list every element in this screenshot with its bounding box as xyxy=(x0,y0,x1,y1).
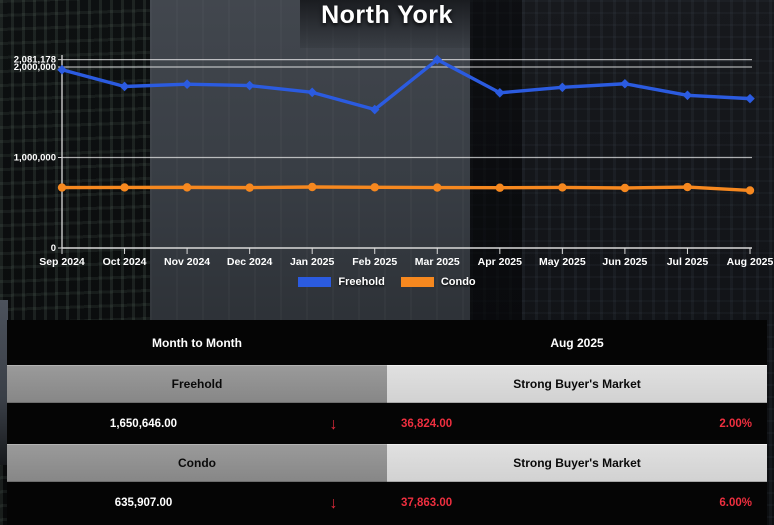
x-axis-month-label: Nov 2024 xyxy=(164,256,210,268)
data-point-condo[interactable] xyxy=(370,183,379,192)
condo-change-percent: 6.00% xyxy=(719,496,752,509)
x-axis-month-label: Jul 2025 xyxy=(667,256,709,268)
x-axis-month-label: Mar 2025 xyxy=(415,256,460,268)
chart-canvas[interactable]: 01,000,0002,000,0002,081,178Sep 2024 Oct … xyxy=(0,45,774,276)
data-point-condo[interactable] xyxy=(558,183,567,192)
data-point-freehold[interactable] xyxy=(745,93,755,104)
down-arrow-icon: ↓ xyxy=(329,415,338,433)
data-point-freehold[interactable] xyxy=(682,90,693,101)
condo-data-row: 635,907.00 ↓ 37,863.00 6.00% xyxy=(7,482,767,523)
legend-label-condo: Condo xyxy=(440,276,476,288)
category-cell-condo: Condo xyxy=(7,444,387,482)
legend-item-freehold[interactable]: Freehold xyxy=(298,276,385,288)
data-point-condo[interactable] xyxy=(307,182,317,192)
header-current-month: Aug 2025 xyxy=(550,335,604,350)
market-summary-table: Month to Month Aug 2025 Freehold Strong … xyxy=(7,320,767,525)
data-point-condo[interactable] xyxy=(495,183,505,192)
y-axis-tick-label: 1,000,000 xyxy=(14,153,56,164)
header-month-to-month: Month to Month xyxy=(152,335,242,350)
condo-swatch-icon xyxy=(400,277,434,287)
price-trend-chart[interactable]: 0 1,000,000 2,000,000 2,081,178 Sep 2024 Oct … xyxy=(0,45,774,276)
market-status-condo: Strong Buyer's Market xyxy=(387,444,767,482)
data-point-condo[interactable] xyxy=(182,183,192,192)
data-point-freehold[interactable] xyxy=(557,82,568,93)
data-point-condo[interactable] xyxy=(120,183,129,192)
data-point-condo[interactable] xyxy=(620,183,630,193)
freehold-change-amount: 36,824.00 xyxy=(401,417,453,430)
condo-label-row: Condo Strong Buyer's Market xyxy=(7,444,767,482)
legend-item-condo[interactable]: Condo xyxy=(400,276,476,288)
condo-price: 635,907.00 xyxy=(114,496,173,509)
data-point-condo[interactable] xyxy=(433,183,442,192)
data-point-condo[interactable] xyxy=(245,183,254,192)
x-axis-month-label: Oct 2024 xyxy=(103,256,147,268)
legend-label-freehold: Freehold xyxy=(338,276,385,288)
x-axis-month-label: Feb 2025 xyxy=(352,256,397,268)
data-point-condo[interactable] xyxy=(57,183,67,192)
chart-legend: Freehold Condo xyxy=(0,276,774,288)
down-arrow-icon: ↓ xyxy=(329,494,338,512)
freehold-change-percent: 2.00% xyxy=(719,417,752,430)
freehold-price: 1,650,646.00 xyxy=(109,417,178,430)
y-axis-tick-label: 0 xyxy=(51,243,56,254)
x-axis-month-label: Jan 2025 xyxy=(290,256,335,268)
data-point-freehold[interactable] xyxy=(307,87,317,98)
data-point-condo[interactable] xyxy=(683,182,692,192)
data-point-freehold[interactable] xyxy=(244,80,255,91)
y-axis-tick-label: 2,081,178 xyxy=(14,55,56,66)
freehold-label-row: Freehold Strong Buyer's Market xyxy=(7,365,767,403)
x-axis-month-label: Sep 2024 xyxy=(39,256,85,268)
category-cell-freehold: Freehold xyxy=(7,365,387,403)
freehold-data-row: 1,650,646.00 ↓ 36,824.00 2.00% xyxy=(7,403,767,444)
market-status-freehold: Strong Buyer's Market xyxy=(387,365,767,403)
x-axis-month-label: Jun 2025 xyxy=(602,256,647,268)
x-axis-month-label: Dec 2024 xyxy=(227,256,273,268)
table-header-row: Month to Month Aug 2025 xyxy=(7,320,767,365)
page-title: North York xyxy=(321,1,453,29)
x-axis-month-label: Aug 2025 xyxy=(727,256,774,268)
data-point-freehold[interactable] xyxy=(620,78,630,89)
data-point-condo[interactable] xyxy=(745,186,755,195)
x-axis-month-label: May 2025 xyxy=(539,256,586,268)
condo-change-amount: 37,863.00 xyxy=(401,496,453,509)
data-point-freehold[interactable] xyxy=(119,81,130,92)
freehold-swatch-icon xyxy=(298,277,332,287)
data-point-freehold[interactable] xyxy=(57,64,67,75)
x-axis-month-label: Apr 2025 xyxy=(478,256,523,268)
data-point-freehold[interactable] xyxy=(182,79,192,89)
